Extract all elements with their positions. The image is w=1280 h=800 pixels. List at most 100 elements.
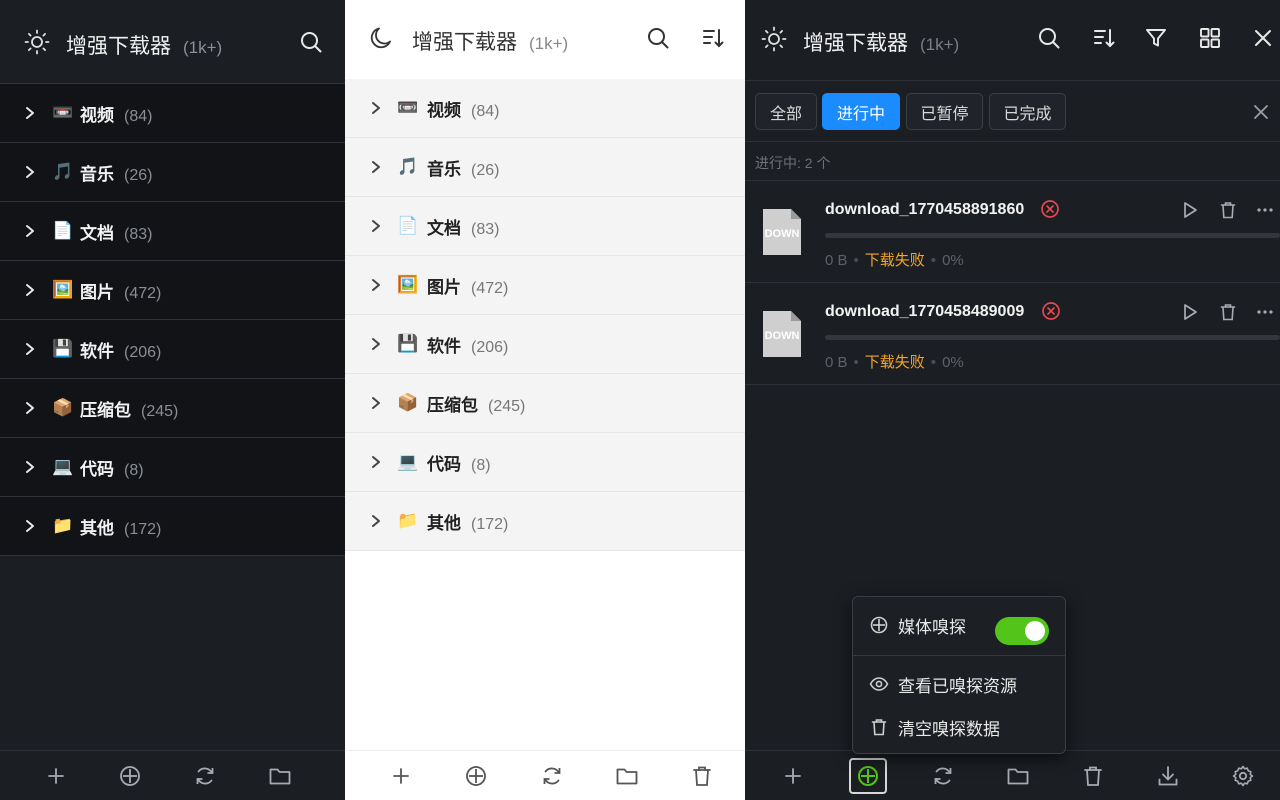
category-item[interactable]: 💻 代码 (8)	[0, 438, 345, 497]
tab-completed[interactable]: 已完成	[989, 93, 1066, 130]
category-item[interactable]: 📁 其他 (172)	[0, 497, 345, 556]
download-meta: 0 B • 下载失败 • 0%	[825, 351, 964, 372]
category-item[interactable]: 📦 压缩包 (245)	[0, 379, 345, 438]
category-count: (84)	[471, 102, 500, 120]
category-count: (84)	[124, 107, 153, 125]
category-item[interactable]: 💾 软件 (206)	[0, 320, 345, 379]
app-title-count: (1k+)	[529, 34, 569, 53]
chevron-right-icon	[372, 279, 380, 291]
sun-icon[interactable]	[24, 29, 50, 55]
folder-button[interactable]	[267, 763, 293, 789]
play-button[interactable]	[1179, 301, 1201, 323]
close-button[interactable]	[1249, 24, 1277, 52]
category-name: 视频 (84)	[80, 101, 152, 126]
chevron-right-icon	[372, 161, 380, 173]
download-progress: 0%	[942, 354, 964, 371]
category-icon: 💾	[397, 334, 419, 353]
settings-button[interactable]	[1230, 763, 1256, 789]
category-item[interactable]: 💻 代码 (8)	[345, 433, 745, 492]
search-button[interactable]	[297, 28, 325, 56]
tab-in-progress[interactable]: 进行中	[822, 93, 900, 130]
file-icon: DOWN	[763, 311, 801, 357]
filter-button[interactable]	[1142, 24, 1170, 52]
crosshair-icon	[466, 766, 486, 786]
category-item[interactable]: 📄 文档 (83)	[345, 197, 745, 256]
tab-paused[interactable]: 已暂停	[906, 93, 983, 130]
folder-button[interactable]	[614, 763, 640, 789]
category-name-text: 代码	[427, 454, 461, 474]
download-status: 下载失败	[864, 252, 925, 269]
category-name: 文档 (83)	[80, 219, 152, 244]
refresh-button[interactable]	[192, 763, 218, 789]
plus-icon	[785, 768, 801, 784]
sniff-button[interactable]	[463, 763, 489, 789]
file-icon-text: DOWN	[765, 330, 800, 342]
category-name: 文档 (83)	[427, 214, 499, 239]
category-item[interactable]: 📼 视频 (84)	[0, 84, 345, 143]
tab-all[interactable]: 全部	[755, 93, 817, 130]
download-button[interactable]	[1155, 763, 1181, 789]
search-button[interactable]	[644, 24, 672, 52]
header: 增强下载器 (1k+)	[345, 0, 745, 79]
filter-tabs: 全部 进行中 已暂停 已完成	[745, 80, 1280, 142]
download-name: download_1770458891860	[825, 201, 1025, 218]
category-count: (172)	[471, 515, 509, 533]
media-sniff-toggle[interactable]	[995, 617, 1049, 645]
search-button[interactable]	[1035, 24, 1063, 52]
category-name-text: 文档	[80, 223, 114, 243]
category-item[interactable]: 📦 压缩包 (245)	[345, 374, 745, 433]
close-tabs-button[interactable]	[1247, 98, 1275, 126]
category-name-text: 其他	[80, 518, 114, 538]
clear-sniff-data-item[interactable]: 清空嗅探数据	[853, 705, 1065, 749]
close-icon	[1254, 105, 1268, 119]
more-icon	[1257, 208, 1273, 212]
sniff-button[interactable]	[855, 763, 881, 789]
category-count: (26)	[124, 166, 153, 184]
trash-button[interactable]	[689, 763, 715, 789]
download-item[interactable]: DOWN download_1770458489009 0 B • 下载失败 • 0%	[745, 283, 1280, 385]
trash-button[interactable]	[1080, 763, 1106, 789]
more-button[interactable]	[1254, 199, 1276, 221]
sort-button[interactable]	[699, 24, 727, 52]
category-item[interactable]: 🎵 音乐 (26)	[345, 138, 745, 197]
light-panel-middle: 增强下载器 (1k+) 📼 视频 (84) 🎵 音乐 (26) 📄 文档 (83) 🖼️ 图片 (472…	[345, 0, 745, 800]
refresh-button[interactable]	[539, 763, 565, 789]
category-item[interactable]: 🎵 音乐 (26)	[0, 143, 345, 202]
media-sniff-row[interactable]: 媒体嗅探	[853, 603, 1065, 647]
refresh-button[interactable]	[930, 763, 956, 789]
category-item[interactable]: 💾 软件 (206)	[345, 315, 745, 374]
category-item[interactable]: 📼 视频 (84)	[345, 79, 745, 138]
view-sniffed-resources-item[interactable]: 查看已嗅探资源	[853, 662, 1065, 706]
sort-button[interactable]	[1090, 24, 1118, 52]
folder-icon	[269, 768, 291, 785]
more-button[interactable]	[1254, 301, 1276, 323]
category-item[interactable]: 🖼️ 图片 (472)	[0, 261, 345, 320]
category-item[interactable]: 📁 其他 (172)	[345, 492, 745, 551]
category-item[interactable]: 📄 文档 (83)	[0, 202, 345, 261]
add-button[interactable]	[43, 763, 69, 789]
media-sniff-label: 媒体嗅探	[898, 617, 966, 637]
app-title-count: (1k+)	[920, 35, 960, 54]
chevron-right-icon	[26, 225, 34, 237]
trash-icon	[1084, 766, 1102, 786]
add-button[interactable]	[388, 763, 414, 789]
delete-button[interactable]	[1217, 301, 1239, 323]
folder-button[interactable]	[1005, 763, 1031, 789]
category-list: 📼 视频 (84) 🎵 音乐 (26) 📄 文档 (83) 🖼️ 图片 (472) 💾 软件 (206) 📦 压…	[0, 84, 345, 556]
play-button[interactable]	[1179, 199, 1201, 221]
sniff-button[interactable]	[117, 763, 143, 789]
category-item[interactable]: 🖼️ 图片 (472)	[345, 256, 745, 315]
meta-dot: •	[930, 252, 937, 269]
category-icon: 🎵	[397, 157, 419, 176]
category-icon: 📦	[52, 398, 74, 417]
sun-icon[interactable]	[761, 26, 787, 52]
moon-icon[interactable]	[369, 25, 395, 51]
close-icon	[1255, 30, 1271, 46]
grid-view-button[interactable]	[1196, 24, 1224, 52]
delete-button[interactable]	[1217, 199, 1239, 221]
app-title-text: 增强下载器	[66, 35, 171, 58]
download-item[interactable]: DOWN download_1770458891860 0 B • 下载失败 • 0%	[745, 181, 1280, 283]
eye-icon	[869, 677, 889, 691]
category-icon: 📄	[397, 216, 419, 235]
add-button[interactable]	[780, 763, 806, 789]
